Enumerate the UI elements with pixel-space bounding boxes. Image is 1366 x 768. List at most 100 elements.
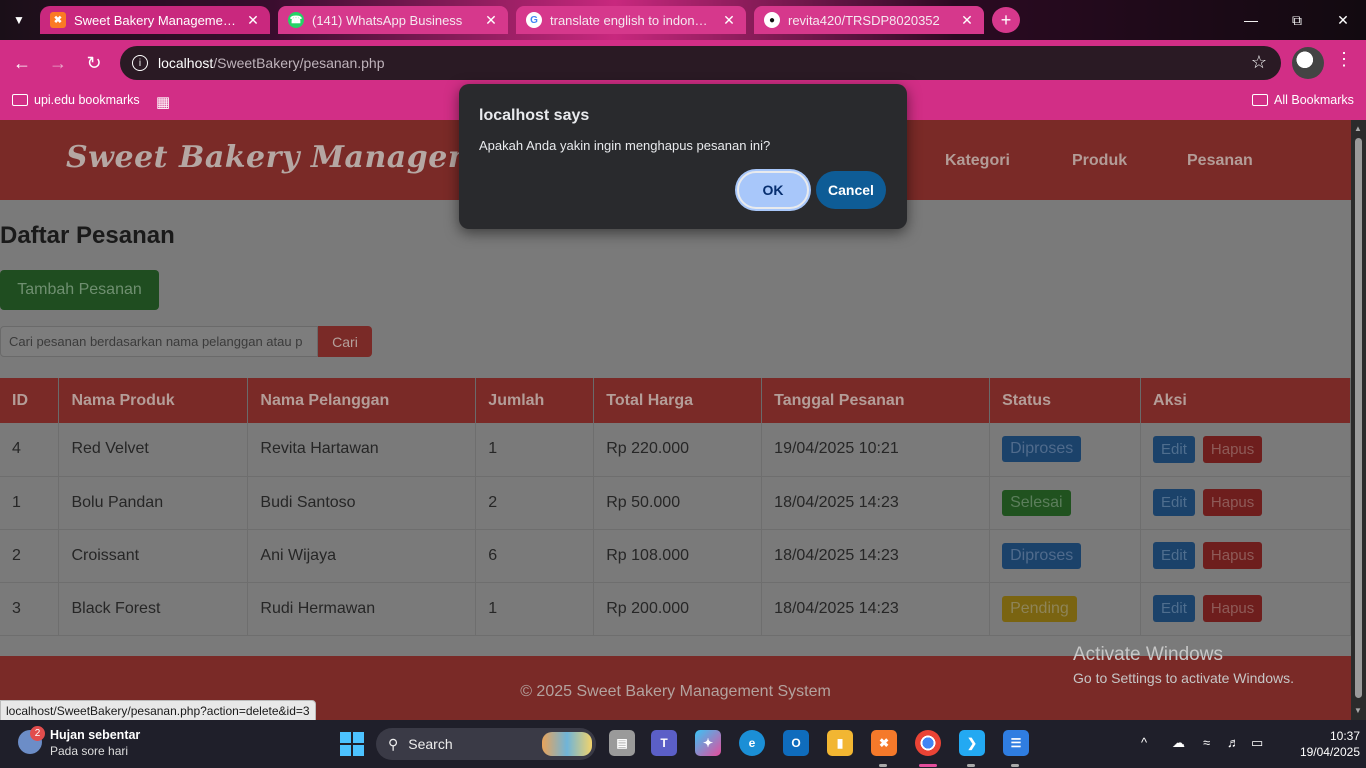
browser-toolbar: ← → ↻ i localhost/SweetBakery/pesanan.ph… <box>0 40 1366 86</box>
page-scrollbar[interactable]: ▲ ▼ <box>1351 120 1366 720</box>
cell-id: 1 <box>0 476 60 530</box>
browser-menu-icon[interactable]: ⋮ <box>1334 49 1354 70</box>
edit-button[interactable]: Edit <box>1153 542 1195 569</box>
close-icon[interactable]: ✕ <box>722 12 736 29</box>
tab-title: Sweet Bakery Management Syst <box>74 12 238 28</box>
nav-produk[interactable]: Produk <box>1072 152 1127 170</box>
close-window-icon[interactable]: ✕ <box>1320 0 1366 40</box>
system-clock[interactable]: 10:37 19/04/2025 <box>1280 728 1360 760</box>
file-explorer-icon[interactable]: ▮ <box>827 730 853 756</box>
table-row: 3 Black Forest Rudi Hermawan 1 Rp 200.00… <box>0 582 1351 636</box>
tab-translate[interactable]: G translate english to indonesia ✕ <box>516 6 746 34</box>
delete-button[interactable]: Hapus <box>1202 542 1263 569</box>
add-order-button[interactable]: Tambah Pesanan <box>0 270 159 310</box>
nav-pesanan[interactable]: Pesanan <box>1187 152 1253 170</box>
status-badge: Pending <box>1002 595 1077 622</box>
whatsapp-icon: ☎ <box>288 12 304 28</box>
delete-button[interactable]: Hapus <box>1202 435 1263 463</box>
vscode-icon[interactable]: ❯ <box>959 730 985 756</box>
search-button[interactable]: Cari <box>318 326 372 357</box>
delete-button[interactable]: Hapus <box>1202 595 1263 622</box>
edit-button[interactable]: Edit <box>1153 435 1195 463</box>
status-badge: Diproses <box>1002 436 1082 463</box>
table-row: 2 Croissant Ani Wijaya 6 Rp 108.000 18/0… <box>0 529 1351 583</box>
battery-icon[interactable]: ▭ <box>1251 735 1263 751</box>
all-bookmarks[interactable]: All Bookmarks <box>1252 93 1354 107</box>
cell-tanggal: 18/04/2025 14:23 <box>761 529 991 583</box>
edge-icon[interactable]: e <box>739 730 765 756</box>
restore-icon[interactable]: ⧉ <box>1274 0 1320 40</box>
column-header: Jumlah <box>475 378 595 423</box>
cancel-button[interactable]: Cancel <box>816 171 886 209</box>
cell-pelanggan: Ani Wijaya <box>247 529 477 583</box>
cell-id: 2 <box>0 529 60 583</box>
profile-avatar[interactable] <box>1292 47 1324 79</box>
column-header: Total Harga <box>593 378 763 423</box>
address-bar[interactable]: i localhost/SweetBakery/pesanan.php ☆ <box>120 46 1281 80</box>
back-icon[interactable]: ← <box>7 48 37 78</box>
copilot-icon[interactable]: ✦ <box>695 730 721 756</box>
apps-grid-icon[interactable]: ▦ <box>156 93 170 111</box>
reload-icon[interactable]: ↻ <box>79 48 109 78</box>
close-icon[interactable]: ✕ <box>484 12 498 29</box>
scroll-down-icon[interactable]: ▼ <box>1354 706 1362 715</box>
dialog-title: localhost says <box>479 107 590 124</box>
windows-start-icon[interactable] <box>340 732 364 756</box>
cell-status: Pending <box>989 582 1142 636</box>
cell-produk: Bolu Pandan <box>58 476 249 530</box>
chevron-up-icon[interactable]: ^ <box>1141 735 1147 750</box>
search-input[interactable]: Cari pesanan berdasarkan nama pelanggan … <box>0 326 318 357</box>
xampp-icon[interactable]: ✖ <box>871 730 897 756</box>
outlook-icon[interactable]: O <box>783 730 809 756</box>
tab-search-chevron-icon[interactable]: ▼ <box>6 8 32 32</box>
new-tab-button[interactable]: + <box>992 7 1020 33</box>
cell-jumlah: 1 <box>475 582 595 636</box>
wifi-icon[interactable]: ≈ <box>1203 735 1210 750</box>
cell-total: Rp 200.000 <box>593 582 763 636</box>
xampp-icon: ✖ <box>50 12 66 28</box>
weather-title[interactable]: Hujan sebentar <box>50 728 140 742</box>
delete-button[interactable]: Hapus <box>1202 489 1263 516</box>
cloud-icon[interactable]: ☁ <box>1172 735 1185 751</box>
weather-badge: 2 <box>30 726 45 741</box>
tab-whatsapp[interactable]: ☎ (141) WhatsApp Business ✕ <box>278 6 508 34</box>
xampp-running-indicator <box>879 764 887 767</box>
chrome-icon[interactable] <box>915 730 941 756</box>
vscode-running-indicator <box>967 764 975 767</box>
forward-icon[interactable]: → <box>43 48 73 78</box>
ok-button[interactable]: OK <box>737 171 809 209</box>
site-info-icon[interactable]: i <box>132 55 148 71</box>
folder-icon <box>12 94 28 106</box>
status-badge: Selesai <box>1002 489 1071 516</box>
search-label: Search <box>408 736 453 752</box>
search-icon: ⚲ <box>388 735 399 752</box>
table-row: 4 Red Velvet Revita Hartawan 1 Rp 220.00… <box>0 423 1351 477</box>
nav-kategori[interactable]: Kategori <box>945 152 1010 170</box>
confirm-dialog: localhost says Apakah Anda yakin ingin m… <box>459 84 907 229</box>
edit-button[interactable]: Edit <box>1153 595 1195 622</box>
column-header: Tanggal Pesanan <box>761 378 991 423</box>
tab-sweet-bakery[interactable]: ✖ Sweet Bakery Management Syst ✕ <box>40 6 270 34</box>
cell-tanggal: 18/04/2025 14:23 <box>761 476 991 530</box>
edit-button[interactable]: Edit <box>1153 489 1195 516</box>
minimize-icon[interactable]: — <box>1228 0 1274 40</box>
volume-icon[interactable]: ♬ <box>1227 735 1240 750</box>
tab-title: revita420/TRSDP8020352 <box>788 12 940 28</box>
notepad-icon[interactable]: ☰ <box>1003 730 1029 756</box>
bookmark-folder-upi[interactable]: upi.edu bookmarks <box>12 93 140 107</box>
scrollbar-thumb[interactable] <box>1355 138 1362 698</box>
cell-status: Diproses <box>989 423 1142 477</box>
close-icon[interactable]: ✕ <box>960 12 974 29</box>
teams-icon[interactable]: T <box>651 730 677 756</box>
taskbar-search[interactable]: ⚲ Search <box>376 728 596 760</box>
task-view-icon[interactable]: ▤ <box>609 730 635 756</box>
weather-subtitle[interactable]: Pada sore hari <box>50 744 128 758</box>
tab-github[interactable]: ● revita420/TRSDP8020352 ✕ <box>754 6 984 34</box>
scroll-up-icon[interactable]: ▲ <box>1354 124 1362 133</box>
google-icon: G <box>526 12 542 28</box>
cell-id: 3 <box>0 582 60 636</box>
windows-taskbar: 2 Hujan sebentar Pada sore hari ⚲ Search… <box>0 720 1366 768</box>
bookmark-star-icon[interactable]: ☆ <box>1251 52 1267 73</box>
close-icon[interactable]: ✕ <box>246 12 260 29</box>
watermark-line1: Activate Windows <box>1073 644 1223 665</box>
